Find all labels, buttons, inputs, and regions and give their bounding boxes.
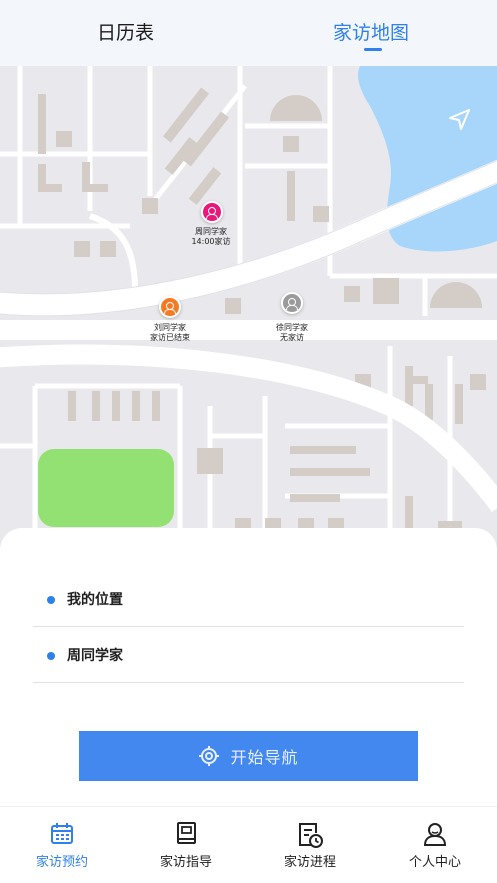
tab-visit-map[interactable]: 家访地图 — [333, 18, 409, 45]
target-icon — [199, 746, 220, 766]
start-navigation-button[interactable]: 开始导航 — [79, 731, 418, 781]
tabbar-visit-guide-label: 家访指导 — [159, 855, 212, 870]
marker-xu[interactable] — [281, 292, 303, 314]
tabbar-profile[interactable]: 个人中心 — [373, 807, 497, 883]
top-tab-bar: 日历表 家访地图 — [0, 0, 497, 66]
map-canvas — [0, 66, 497, 536]
origin-dot-icon — [47, 596, 55, 604]
route-panel: 我的位置 周同学家 开始导航 — [0, 528, 497, 808]
document-clock-icon — [299, 823, 323, 848]
active-tab-indicator — [364, 48, 382, 51]
destination-text: 周同学家 — [67, 648, 123, 664]
start-navigation-label: 开始导航 — [230, 748, 299, 767]
book-icon — [177, 822, 196, 844]
tabbar-profile-label: 个人中心 — [408, 855, 461, 870]
marker-liu[interactable] — [159, 296, 181, 318]
marker-zhou-label: 周同学家 14:00家访 — [191, 227, 231, 246]
tabbar-visit-booking[interactable]: 家访预约 — [0, 807, 124, 883]
marker-liu-label: 刘同学家 家访已结束 — [150, 323, 190, 342]
tab-calendar[interactable]: 日历表 — [97, 18, 154, 45]
tabbar-visit-progress-label: 家访进程 — [283, 855, 336, 870]
calendar-icon — [51, 823, 73, 844]
destination-field[interactable]: 周同学家 — [33, 627, 464, 683]
bottom-tab-bar: 家访预约 家访指导 家访进程 个人中心 — [0, 806, 497, 883]
origin-text: 我的位置 — [67, 592, 123, 608]
origin-field[interactable]: 我的位置 — [33, 571, 464, 627]
user-icon — [423, 823, 447, 846]
destination-dot-icon — [47, 652, 55, 660]
app-root: 日历表 家访地图 周同学家 14:00家访 刘同学家 家访已结束 徐同学家 无家… — [0, 0, 497, 883]
map-view[interactable]: 周同学家 14:00家访 刘同学家 家访已结束 徐同学家 无家访 — [0, 66, 497, 536]
tabbar-visit-booking-label: 家访预约 — [35, 855, 88, 870]
marker-xu-label: 徐同学家 无家访 — [276, 323, 308, 342]
tabbar-visit-guide[interactable]: 家访指导 — [124, 807, 248, 883]
marker-zhou[interactable] — [201, 201, 223, 223]
tabbar-visit-progress[interactable]: 家访进程 — [248, 807, 372, 883]
